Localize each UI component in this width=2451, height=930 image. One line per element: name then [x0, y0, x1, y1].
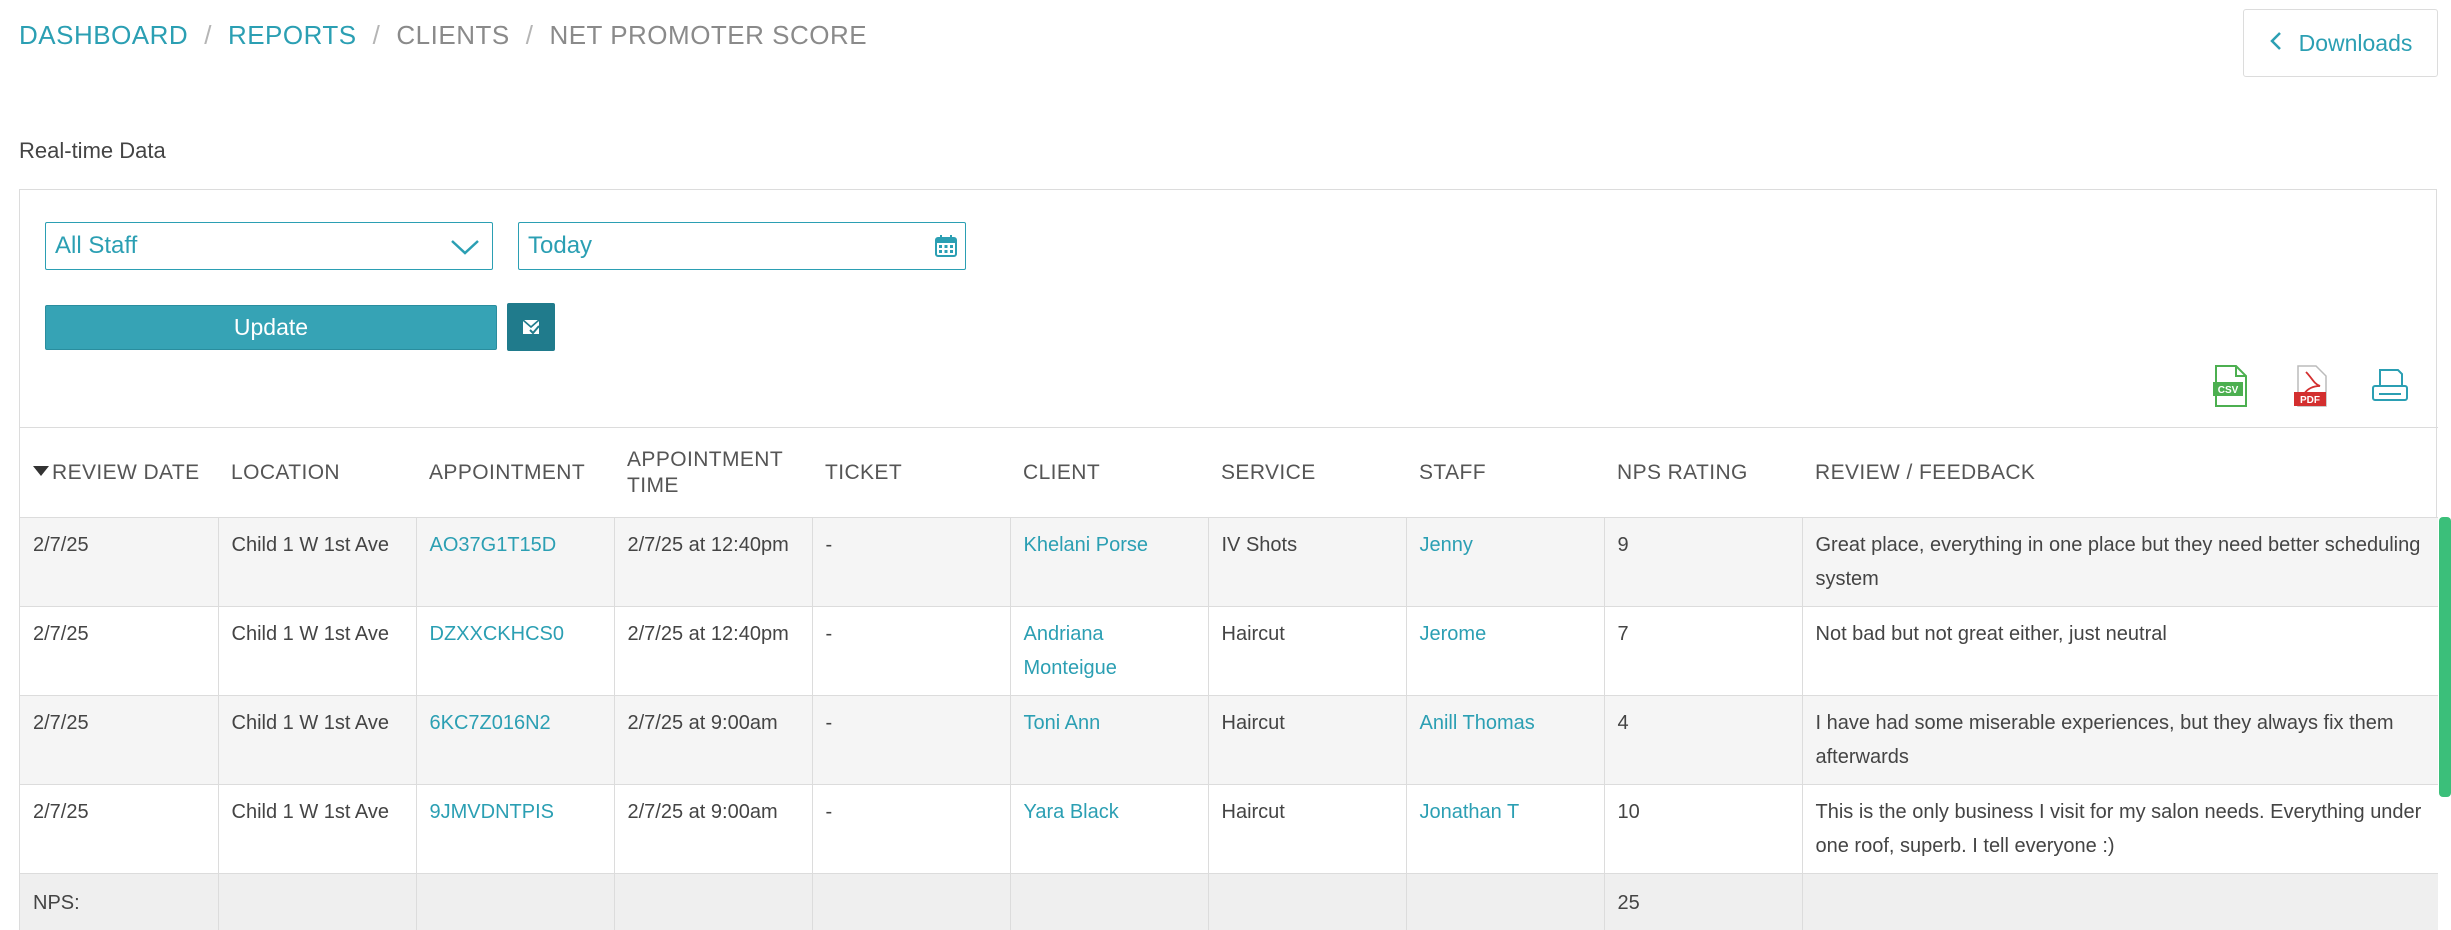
breadcrumb-separator: / — [204, 20, 212, 50]
staff-select[interactable]: All Staff — [45, 222, 493, 270]
column-header-service[interactable]: SERVICE — [1208, 427, 1406, 518]
cell-staff-link[interactable]: Jerome — [1405, 606, 1604, 696]
table-row: 2/7/25 Child 1 W 1st Ave 6KC7Z016N2 2/7/… — [20, 695, 2438, 785]
table-row: 2/7/25 Child 1 W 1st Ave 9JMVDNTPIS 2/7/… — [20, 784, 2438, 874]
cell-nps-rating: 9 — [1603, 517, 1802, 607]
breadcrumb-separator: / — [372, 20, 381, 50]
cell-review-date: 2/7/25 — [20, 784, 218, 874]
cell-review-date: 2/7/25 — [20, 517, 218, 607]
report-panel: All Staff Today Update CSV PDF REVIEW DA… — [19, 189, 2438, 930]
pdf-export-icon[interactable]: PDF — [2290, 364, 2330, 408]
breadcrumb-dashboard-link[interactable]: DASHBOARD — [19, 20, 188, 51]
column-header-appointment-time[interactable]: APPOINTMENT TIME — [614, 427, 812, 518]
nps-summary-value: 25 — [1603, 873, 1802, 930]
cell-service: Haircut — [1207, 695, 1406, 785]
chevron-left-icon — [2269, 30, 2283, 57]
empty-cell — [1009, 873, 1208, 930]
page-title: NET PROMOTER SCORE — [549, 20, 868, 50]
table-row: 2/7/25 Child 1 W 1st Ave AO37G1T15D 2/7/… — [20, 517, 2438, 607]
nps-summary-label: NPS: — [20, 873, 218, 930]
downloads-label: Downloads — [2298, 29, 2413, 56]
cell-ticket: - — [811, 784, 1010, 874]
cell-location: Child 1 W 1st Ave — [217, 517, 416, 607]
breadcrumb-clients: CLIENTS — [396, 20, 510, 50]
cell-client-link[interactable]: Andriana Monteigue — [1009, 606, 1208, 696]
date-range-value: Today — [528, 232, 593, 259]
cell-appointment-time: 2/7/25 at 9:00am — [613, 695, 812, 785]
schedule-email-button[interactable] — [507, 303, 555, 351]
cell-review-date: 2/7/25 — [20, 695, 218, 785]
cell-review-date: 2/7/25 — [20, 606, 218, 696]
cell-location: Child 1 W 1st Ave — [217, 695, 416, 785]
cell-ticket: - — [811, 606, 1010, 696]
cell-appointment-link[interactable]: DZXXCKHCS0 — [415, 606, 614, 696]
cell-staff-link[interactable]: Jonathan T — [1405, 784, 1604, 874]
empty-cell — [217, 873, 416, 930]
scrollbar-thumb[interactable] — [2439, 517, 2451, 797]
cell-client-link[interactable]: Khelani Porse — [1009, 517, 1208, 607]
cell-client-link[interactable]: Yara Black — [1009, 784, 1208, 874]
empty-cell — [613, 873, 812, 930]
cell-appointment-time: 2/7/25 at 12:40pm — [613, 517, 812, 607]
cell-nps-rating: 7 — [1603, 606, 1802, 696]
column-header-review-date[interactable]: REVIEW DATE — [20, 427, 218, 518]
cell-feedback: Not bad but not great either, just neutr… — [1801, 606, 2438, 696]
cell-feedback: I have had some miserable experiences, b… — [1801, 695, 2438, 785]
column-header-feedback[interactable]: REVIEW / FEEDBACK — [1802, 427, 2438, 518]
breadcrumb-reports-link[interactable]: REPORTS — [228, 20, 357, 51]
cell-appointment-link[interactable]: 6KC7Z016N2 — [415, 695, 614, 785]
cell-nps-rating: 4 — [1603, 695, 1802, 785]
cell-location: Child 1 W 1st Ave — [217, 784, 416, 874]
cell-staff-link[interactable]: Jenny — [1405, 517, 1604, 607]
column-header-appointment[interactable]: APPOINTMENT — [416, 427, 614, 518]
empty-cell — [1801, 873, 2438, 930]
empty-cell — [1207, 873, 1406, 930]
cell-appointment-link[interactable]: AO37G1T15D — [415, 517, 614, 607]
empty-cell — [1405, 873, 1604, 930]
cell-feedback: This is the only business I visit for my… — [1801, 784, 2438, 874]
cell-ticket: - — [811, 517, 1010, 607]
table-row: 2/7/25 Child 1 W 1st Ave DZXXCKHCS0 2/7/… — [20, 606, 2438, 696]
downloads-button[interactable]: Downloads — [2243, 9, 2438, 77]
cell-appointment-time: 2/7/25 at 12:40pm — [613, 606, 812, 696]
schedule-email-icon — [522, 319, 540, 335]
cell-appointment-time: 2/7/25 at 9:00am — [613, 784, 812, 874]
column-header-staff[interactable]: STAFF — [1406, 427, 1604, 518]
cell-service: IV Shots — [1207, 517, 1406, 607]
cell-appointment-link[interactable]: 9JMVDNTPIS — [415, 784, 614, 874]
breadcrumb-separator: / — [525, 20, 534, 50]
empty-cell — [811, 873, 1010, 930]
date-range-input[interactable]: Today — [518, 222, 966, 270]
calendar-icon[interactable] — [934, 234, 958, 258]
cell-service: Haircut — [1207, 784, 1406, 874]
pdf-icon-label: PDF — [2300, 395, 2320, 406]
csv-export-icon[interactable]: CSV — [2210, 364, 2250, 408]
cell-ticket: - — [811, 695, 1010, 785]
column-header-nps-rating[interactable]: NPS RATING — [1604, 427, 1802, 518]
section-label: Real-time Data — [19, 138, 166, 163]
column-header-client[interactable]: CLIENT — [1010, 427, 1208, 518]
print-icon[interactable] — [2370, 364, 2410, 408]
nps-summary-row: NPS: 25 — [20, 873, 2438, 930]
breadcrumb: DASHBOARD / REPORTS / CLIENTS / NET PROMOTER S… — [19, 20, 867, 51]
staff-select-value: All Staff — [55, 232, 138, 259]
cell-client-link[interactable]: Toni Ann — [1009, 695, 1208, 785]
chevron-down-icon — [451, 240, 479, 255]
update-button[interactable]: Update — [45, 305, 497, 350]
cell-location: Child 1 W 1st Ave — [217, 606, 416, 696]
column-header-location[interactable]: LOCATION — [218, 427, 416, 518]
cell-feedback: Great place, everything in one place but… — [1801, 517, 2438, 607]
empty-cell — [415, 873, 614, 930]
sort-desc-icon — [33, 465, 49, 476]
cell-service: Haircut — [1207, 606, 1406, 696]
table-header-row: REVIEW DATE LOCATION APPOINTMENT APPOINT… — [20, 427, 2438, 518]
nps-table: REVIEW DATE LOCATION APPOINTMENT APPOINT… — [20, 427, 2438, 930]
cell-staff-link[interactable]: Anill Thomas — [1405, 695, 1604, 785]
column-header-ticket[interactable]: TICKET — [812, 427, 1010, 518]
cell-nps-rating: 10 — [1603, 784, 1802, 874]
csv-icon-label: CSV — [2218, 385, 2239, 396]
